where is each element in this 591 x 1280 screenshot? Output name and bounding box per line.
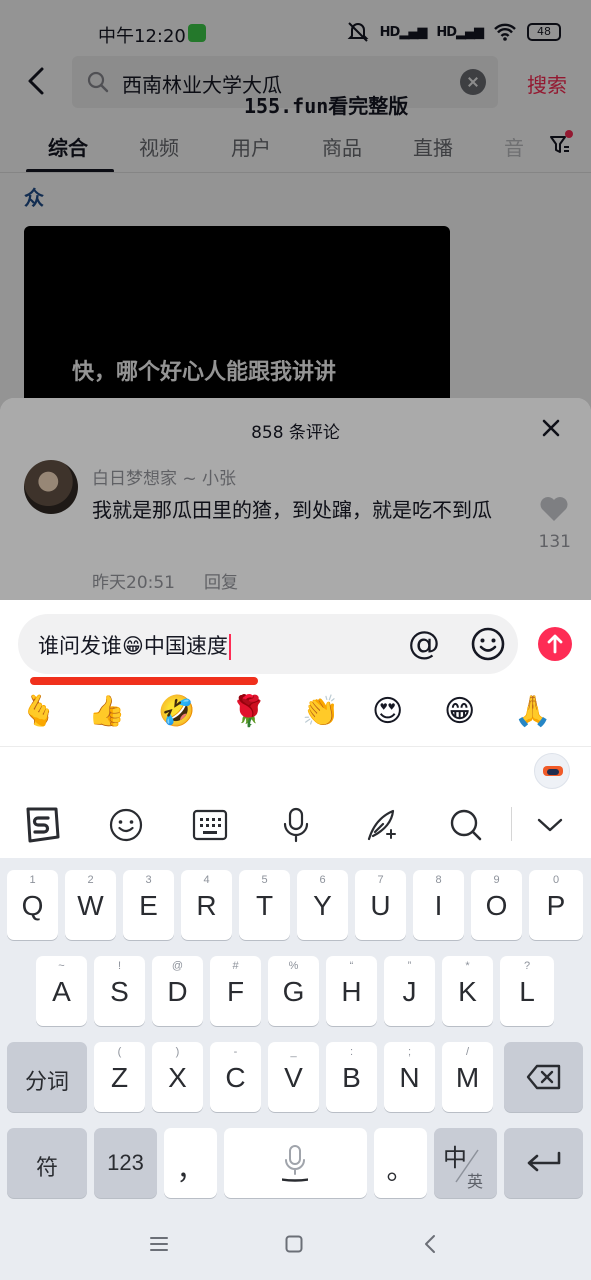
- key-o[interactable]: 9O: [471, 870, 522, 940]
- quick-emoji-bar: 🫰 👍 🤣 🌹 👏 😍 😁 🙏: [0, 688, 591, 736]
- emoji-picker-icon[interactable]: [470, 626, 506, 662]
- emoji-grin[interactable]: 😁: [444, 692, 475, 732]
- send-button[interactable]: [538, 627, 572, 661]
- space-key[interactable]: [224, 1128, 367, 1198]
- segment-key[interactable]: 分词: [7, 1042, 87, 1112]
- key-m[interactable]: / M: [442, 1042, 493, 1112]
- emoji-thumbs-up[interactable]: 👍: [88, 692, 125, 732]
- key-e[interactable]: 3E: [123, 870, 174, 940]
- text-cursor: [228, 634, 231, 660]
- key-d[interactable]: @ D: [152, 956, 203, 1026]
- key-l[interactable]: ? L: [500, 956, 554, 1026]
- key-k[interactable]: * K: [442, 956, 493, 1026]
- microphone-icon[interactable]: [276, 805, 316, 845]
- emoji-clap[interactable]: 👏: [302, 692, 339, 732]
- key-n[interactable]: ; N: [384, 1042, 435, 1112]
- key-f[interactable]: # F: [210, 956, 261, 1026]
- ime-mascot-icon[interactable]: [534, 753, 570, 789]
- emoji-finger-heart[interactable]: 🫰: [20, 692, 57, 732]
- ime-toolbar: [0, 746, 591, 858]
- numbers-key[interactable]: 123: [94, 1128, 157, 1198]
- key-j[interactable]: ” J: [384, 956, 435, 1026]
- key-z[interactable]: (Z: [94, 1042, 145, 1112]
- key-i[interactable]: 8I: [413, 870, 464, 940]
- system-nav-bar: [0, 1208, 591, 1280]
- key-w[interactable]: 2W: [65, 870, 116, 940]
- emoji-heart-eyes[interactable]: 😍: [372, 692, 403, 732]
- key-x[interactable]: ) X: [152, 1042, 203, 1112]
- key-v[interactable]: _ V: [268, 1042, 319, 1112]
- emoji-icon[interactable]: [106, 805, 146, 845]
- key-b[interactable]: :B: [326, 1042, 377, 1112]
- comment-input[interactable]: 谁问发谁😁中国速度 @: [18, 614, 518, 674]
- back-icon[interactable]: [416, 1232, 444, 1256]
- key-a[interactable]: ~ A: [36, 956, 87, 1026]
- key-y[interactable]: 6Y: [297, 870, 348, 940]
- keyboard: 1Q 2W 3E 4R 5T 6Y 7U 8I 9O 0P ~ A ! S @ D #…: [0, 858, 591, 1208]
- keyboard-icon[interactable]: [190, 805, 230, 845]
- key-q[interactable]: 1Q: [7, 870, 58, 940]
- key-s[interactable]: ! S: [94, 956, 145, 1026]
- toolbar-divider: [511, 807, 512, 841]
- key-t[interactable]: 5T: [239, 870, 290, 940]
- comment-input-value: 谁问发谁😁中国速度: [38, 630, 231, 660]
- key-g[interactable]: % G: [268, 956, 319, 1026]
- symbols-key[interactable]: 符: [7, 1128, 87, 1198]
- comma-key[interactable]: ，: [164, 1128, 217, 1198]
- sheet-overlay: [0, 398, 591, 600]
- emoji-rose[interactable]: 🌹: [230, 692, 267, 732]
- backspace-key[interactable]: [504, 1042, 583, 1112]
- backspace-icon: [526, 1064, 561, 1090]
- emoji-rofl[interactable]: 🤣: [158, 692, 195, 732]
- sogou-logo-icon[interactable]: [22, 805, 62, 845]
- voice-input-icon: [282, 1145, 308, 1182]
- key-h[interactable]: “H: [326, 956, 377, 1026]
- key-c[interactable]: -C: [210, 1042, 261, 1112]
- period-key[interactable]: 。: [374, 1128, 427, 1198]
- highlight-underline: [30, 677, 258, 685]
- emoji-pray[interactable]: 🙏: [514, 692, 551, 732]
- home-icon[interactable]: [280, 1232, 308, 1256]
- collapse-chevron-icon[interactable]: [530, 805, 570, 845]
- send-arrow-icon: [547, 634, 563, 654]
- search-icon[interactable]: [446, 805, 486, 845]
- mention-button[interactable]: @: [408, 624, 440, 662]
- menu-icon[interactable]: [145, 1232, 173, 1256]
- handwriting-icon[interactable]: [362, 805, 402, 845]
- enter-icon: [527, 1151, 561, 1172]
- language-switch-key[interactable]: 中 英: [434, 1128, 497, 1198]
- comment-input-area: 谁问发谁😁中国速度 @ 🫰 👍 🤣 🌹 👏 😍 😁 🙏: [0, 600, 591, 746]
- key-r[interactable]: 4R: [181, 870, 232, 940]
- enter-key[interactable]: [504, 1128, 583, 1198]
- key-p[interactable]: 0P: [529, 870, 583, 940]
- key-u[interactable]: 7U: [355, 870, 406, 940]
